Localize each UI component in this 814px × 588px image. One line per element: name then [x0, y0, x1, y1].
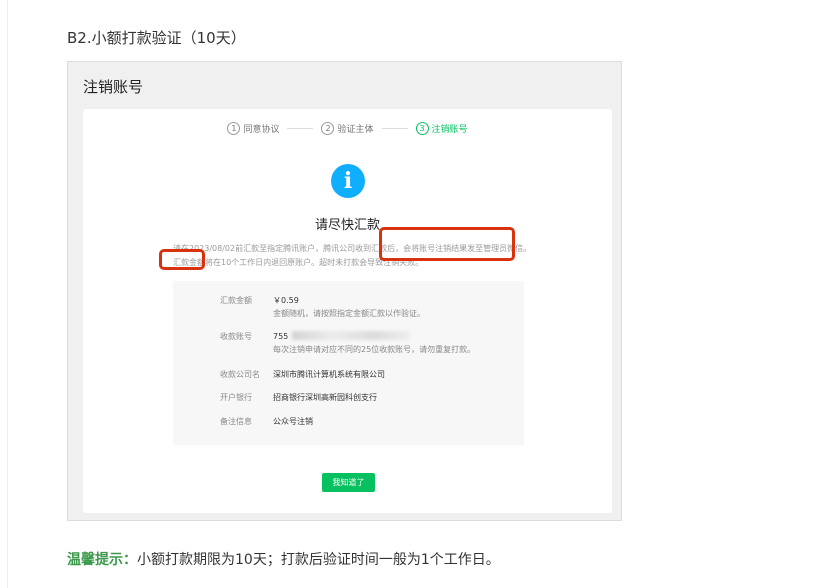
step-connector	[381, 128, 408, 129]
step-1-number: 1	[227, 122, 241, 135]
step-2-label: 验证主体	[337, 125, 374, 135]
step-3-label: 注销账号	[431, 125, 468, 135]
account-label: 收款账号	[220, 332, 252, 341]
step-2-number: 2	[321, 122, 335, 135]
step-1-label: 同意协议	[243, 125, 280, 135]
bank-label: 开户银行	[220, 393, 252, 402]
tip: 温馨提示：小额打款期限为10天；打款后验证时间一般为1个工作日。	[67, 549, 500, 569]
remark-value: 公众号注销	[273, 417, 313, 426]
company-label: 收款公司名	[220, 370, 260, 379]
window-title: 注销账号	[83, 78, 144, 96]
account-value: 755	[273, 332, 289, 341]
blurred-account-digits	[292, 331, 411, 340]
info-icon: i	[331, 164, 365, 198]
step-2: 2 验证主体	[321, 122, 374, 135]
step-3-number: 3	[415, 122, 429, 135]
tip-text: 小额打款期限为10天；打款后验证时间一般为1个工作日。	[137, 552, 500, 568]
amount-value: ￥0.59	[273, 296, 299, 305]
highlight-box	[159, 249, 205, 270]
remark-label: 备注信息	[220, 417, 252, 426]
account-note: 每次注销申请对应不同的25位收款账号，请勿重复打款。	[273, 345, 476, 354]
notice-title: 请尽快汇款	[314, 218, 380, 233]
highlight-box	[379, 227, 515, 261]
content-card: 1 同意协议 2 验证主体 3 注销账号 i 请尽快汇款 请在2023/08/0…	[83, 109, 612, 513]
remittance-details: 汇款金额 ￥0.59 金额随机，请按照指定金额汇款以作验证。 收款账号 755 …	[173, 281, 524, 445]
stepper: 1 同意协议 2 验证主体 3 注销账号	[83, 122, 612, 135]
section-heading: B2.小额打款验证（10天）	[67, 29, 246, 47]
tip-label: 温馨提示：	[67, 552, 137, 568]
screenshot-frame: 注销账号 1 同意协议 2 验证主体 3 注销账号 i 请尽快汇款 请在2023…	[67, 61, 622, 521]
step-connector	[287, 128, 314, 129]
account-value-wrap: 755	[273, 331, 411, 341]
left-rule	[7, 0, 8, 588]
got-it-button[interactable]: 我知道了	[322, 473, 375, 492]
step-3: 3 注销账号	[415, 122, 468, 135]
bank-value: 招商银行深圳高新园科创支行	[273, 393, 377, 402]
amount-note: 金额随机，请按照指定金额汇款以作验证。	[273, 309, 425, 318]
company-value: 深圳市腾讯计算机系统有限公司	[273, 370, 385, 379]
amount-label: 汇款金额	[220, 296, 252, 305]
step-1: 1 同意协议	[227, 122, 279, 135]
